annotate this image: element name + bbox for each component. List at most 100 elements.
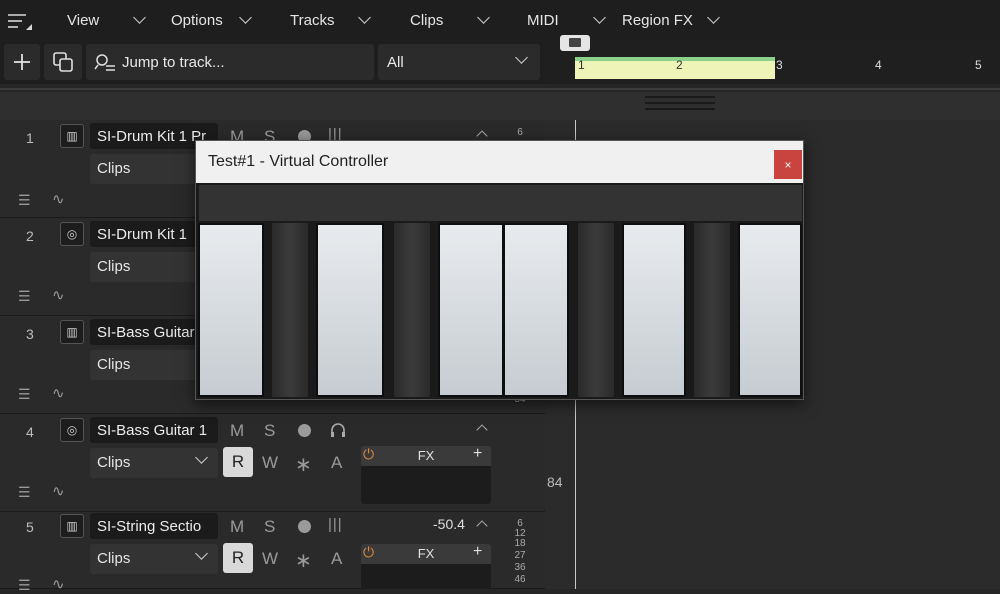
menu-midi[interactable]: MIDI — [527, 0, 606, 40]
fx-rack[interactable]: FX ⏻ + — [361, 543, 491, 589]
track-row[interactable]: 5 ▥ SI-String Sectio Clips M S ||| -50.4… — [0, 512, 545, 593]
menu-clips-label: Clips — [410, 11, 444, 29]
automation-icon[interactable]: ∿ — [52, 190, 65, 208]
power-icon[interactable]: ⏻ — [363, 446, 374, 463]
clips-dropdown[interactable]: Clips — [90, 448, 218, 478]
collapse-icon[interactable] — [476, 520, 488, 532]
add-fx-icon[interactable]: + — [473, 543, 482, 561]
menu-options[interactable]: Options — [171, 0, 252, 40]
dialog-title: Test#1 - Virtual Controller — [208, 153, 389, 170]
automation-icon[interactable]: ∿ — [52, 384, 65, 402]
timeline-ruler[interactable]: 1 2 3 4 5 — [545, 35, 1000, 84]
volume-readout: -50.4 — [433, 516, 465, 532]
collapse-icon[interactable] — [476, 424, 488, 436]
track-filter-value: All — [387, 53, 404, 71]
piano-icon[interactable]: ▥ — [60, 320, 84, 344]
mute-button[interactable]: M — [230, 421, 244, 441]
power-icon[interactable]: ⏻ — [363, 544, 374, 561]
write-automation-button[interactable]: W — [262, 549, 278, 569]
asterisk-icon[interactable]: ∗ — [295, 452, 312, 477]
piano-icon[interactable]: ▥ — [60, 514, 84, 538]
solo-button[interactable]: S — [264, 517, 275, 537]
menu-view[interactable]: View — [67, 0, 147, 40]
automation-icon[interactable]: ∿ — [52, 575, 65, 593]
track-number: 3 — [26, 326, 34, 342]
automation-a-button[interactable]: A — [331, 549, 342, 569]
automation-icon[interactable]: ∿ — [52, 286, 65, 304]
track-name[interactable]: SI-Bass Guitar 1 — [90, 417, 218, 443]
meter-tick: 18 — [514, 538, 526, 549]
piano-black-key[interactable] — [394, 223, 430, 397]
piano-white-key[interactable] — [198, 223, 264, 397]
search-list-icon — [94, 54, 115, 71]
list-icon[interactable]: ☰ — [18, 386, 31, 403]
separator — [0, 88, 1000, 90]
menu-clips[interactable]: Clips — [410, 0, 491, 40]
piano-black-key[interactable] — [694, 223, 730, 397]
chevron-down-icon — [707, 11, 720, 24]
ruler-mark-2: 2 — [676, 58, 683, 72]
menu-view-label: View — [67, 11, 100, 29]
automation-icon[interactable]: ∿ — [52, 482, 65, 500]
track-name[interactable]: SI-String Sectio — [90, 513, 218, 539]
menu-region-fx[interactable]: Region FX — [622, 0, 720, 40]
meter-tick: 27 — [514, 550, 526, 561]
chevron-down-icon — [515, 51, 528, 64]
piano-white-key[interactable] — [738, 223, 802, 397]
headphones-icon[interactable] — [329, 421, 347, 444]
read-automation-button[interactable]: R — [223, 447, 253, 477]
clips-label: Clips — [97, 258, 131, 275]
meter-scale: 6 — [517, 127, 523, 138]
virtual-controller-dialog[interactable]: Test#1 - Virtual Controller × — [195, 140, 804, 400]
close-button[interactable]: × — [774, 150, 802, 179]
write-automation-button[interactable]: W — [262, 453, 278, 473]
fx-label: FX — [361, 544, 491, 564]
hamburger-menu-icon[interactable] — [6, 12, 32, 30]
read-automation-button[interactable]: R — [223, 543, 253, 573]
ruler-mark-1: 1 — [578, 58, 585, 72]
piano-white-key[interactable] — [622, 223, 686, 397]
chevron-down-icon — [238, 11, 252, 24]
list-icon[interactable]: ☰ — [18, 192, 31, 209]
menu-tracks[interactable]: Tracks — [290, 0, 372, 40]
piano-white-key[interactable] — [438, 223, 504, 397]
asterisk-icon[interactable]: ∗ — [295, 548, 312, 573]
fx-rack[interactable]: FX ⏻ + — [361, 445, 491, 504]
track-number: 1 — [26, 130, 34, 146]
list-icon[interactable]: ☰ — [18, 577, 31, 594]
add-track-button[interactable] — [4, 44, 40, 80]
drum-icon[interactable]: ◎ — [60, 222, 84, 246]
list-icon[interactable]: ☰ — [18, 484, 31, 501]
solo-button[interactable]: S — [264, 421, 275, 441]
meter-scale: 6 12 18 27 36 46 — [498, 519, 542, 585]
meter-tick: 36 — [514, 562, 526, 573]
piano-icon[interactable]: ▥ — [60, 124, 84, 148]
menu-options-label: Options — [171, 11, 223, 29]
mute-button[interactable]: M — [230, 517, 244, 537]
piano-black-key[interactable] — [272, 223, 308, 397]
jump-to-track-placeholder: Jump to track... — [122, 53, 225, 71]
list-icon[interactable]: ☰ — [18, 288, 31, 305]
loop-region[interactable] — [575, 57, 775, 79]
track-filter-select[interactable]: All — [378, 44, 540, 80]
record-arm-icon[interactable] — [298, 424, 311, 437]
piano-black-key[interactable] — [578, 223, 614, 397]
piano-white-key[interactable] — [316, 223, 384, 397]
dialog-title-bar[interactable]: Test#1 - Virtual Controller × — [196, 141, 803, 183]
splitter-bar[interactable] — [0, 92, 1000, 120]
track-number: 5 — [26, 519, 34, 535]
automation-a-button[interactable]: A — [331, 453, 342, 473]
clips-dropdown[interactable]: Clips — [90, 544, 218, 574]
track-row[interactable]: 4 ◎ SI-Bass Guitar 1 Clips M S R W ∗ A F… — [0, 414, 563, 512]
playhead-handle[interactable] — [560, 35, 590, 51]
record-arm-icon[interactable] — [298, 520, 311, 533]
jump-to-track-field[interactable]: Jump to track... — [86, 44, 374, 80]
menu-midi-label: MIDI — [527, 11, 559, 29]
piano-white-key[interactable] — [503, 223, 569, 397]
add-fx-icon[interactable]: + — [473, 445, 482, 463]
input-monitor-icon[interactable]: ||| — [328, 516, 343, 533]
clips-label: Clips — [97, 550, 131, 567]
drum-icon[interactable]: ◎ — [60, 418, 84, 442]
keyboard-top-panel — [199, 185, 802, 221]
duplicate-track-button[interactable] — [44, 44, 82, 80]
